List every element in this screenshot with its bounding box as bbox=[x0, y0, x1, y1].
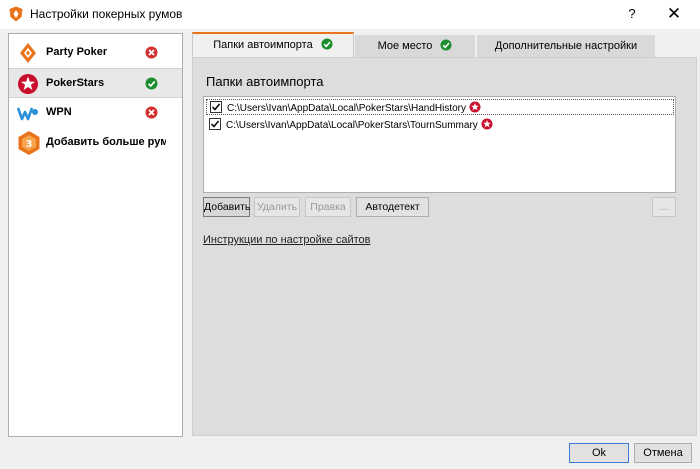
folder-path-text: C:\Users\Ivan\AppData\Local\PokerStars\T… bbox=[226, 120, 478, 131]
ok-status-icon bbox=[321, 38, 333, 50]
ok-status-icon bbox=[145, 77, 158, 90]
edit-button[interactable]: Правка bbox=[305, 197, 351, 217]
tab-additional-settings[interactable]: Дополнительные настройки bbox=[477, 35, 655, 58]
window-title: Настройки покерных румов bbox=[30, 7, 183, 21]
tab-autoimport-folders[interactable]: Папки автоимпорта bbox=[192, 32, 354, 59]
folder-row[interactable]: C:\Users\Ivan\AppData\Local\PokerStars\T… bbox=[206, 117, 674, 133]
sidebar-item-label: Party Poker bbox=[46, 46, 108, 58]
sidebar-item-label: PokerStars bbox=[46, 77, 105, 89]
autodetect-button[interactable]: Автодетект bbox=[356, 197, 429, 217]
tab-label: Папки автоимпорта bbox=[213, 39, 313, 51]
help-button[interactable]: ? bbox=[618, 0, 646, 29]
autoimport-panel: Папки автоимпорта C:\Users\Ivan\AppData\… bbox=[192, 57, 697, 436]
folder-row[interactable]: C:\Users\Ivan\AppData\Local\PokerStars\H… bbox=[206, 99, 674, 115]
sidebar-item-wpn[interactable]: WPN bbox=[9, 98, 182, 128]
checkmark-icon bbox=[210, 120, 220, 128]
ok-status-icon bbox=[440, 39, 452, 51]
title-bar: Настройки покерных румов ? ✕ bbox=[0, 0, 700, 29]
checkmark-icon bbox=[211, 103, 221, 111]
sidebar-item-add-rooms[interactable]: 3 Добавить больше румов bbox=[9, 128, 182, 158]
tab-label: Мое место bbox=[377, 40, 433, 52]
folder-path: C:\Users\Ivan\AppData\Local\PokerStars\H… bbox=[227, 101, 481, 114]
folder-list[interactable]: C:\Users\Ivan\AppData\Local\PokerStars\H… bbox=[203, 96, 676, 193]
sidebar-item-pokerstars[interactable]: PokerStars bbox=[9, 68, 182, 98]
room-list: Party Poker PokerStars WPN 3 Добавить бо… bbox=[8, 33, 183, 437]
more-button[interactable]: ... bbox=[652, 197, 676, 217]
sidebar-item-label: WPN bbox=[46, 106, 72, 118]
close-button[interactable]: ✕ bbox=[651, 0, 697, 29]
add-rooms-icon: 3 bbox=[18, 131, 40, 155]
svg-text:3: 3 bbox=[26, 139, 33, 150]
folder-path: C:\Users\Ivan\AppData\Local\PokerStars\T… bbox=[226, 118, 493, 131]
pokerstars-icon bbox=[18, 74, 38, 94]
panel-title: Папки автоимпорта bbox=[206, 74, 324, 89]
wpn-icon bbox=[17, 107, 38, 121]
folder-checkbox[interactable] bbox=[209, 118, 221, 130]
sidebar-item-label: Добавить больше румов bbox=[46, 136, 166, 148]
site-setup-instructions-link[interactable]: Инструкции по настройке сайтов bbox=[203, 234, 370, 246]
error-status-icon bbox=[145, 46, 158, 59]
ok-button[interactable]: Ok bbox=[569, 443, 629, 463]
add-button[interactable]: Добавить bbox=[203, 197, 250, 217]
folder-checkbox[interactable] bbox=[210, 101, 222, 113]
tab-label: Дополнительные настройки bbox=[494, 40, 638, 52]
delete-button[interactable]: Удалить bbox=[254, 197, 300, 217]
pokerstars-icon bbox=[469, 101, 481, 113]
sidebar-item-party-poker[interactable]: Party Poker bbox=[9, 38, 182, 68]
tab-my-seat[interactable]: Мое место bbox=[355, 35, 475, 58]
pokerstars-icon bbox=[481, 118, 493, 130]
party-poker-icon bbox=[20, 43, 36, 63]
app-logo-icon bbox=[9, 6, 23, 22]
window-body: Party Poker PokerStars WPN 3 Добавить бо… bbox=[0, 29, 700, 469]
folder-path-text: C:\Users\Ivan\AppData\Local\PokerStars\H… bbox=[227, 103, 466, 114]
tab-bar: Папки автоимпорта Мое место Дополнительн… bbox=[192, 32, 697, 59]
cancel-button[interactable]: Отмена bbox=[634, 443, 692, 463]
error-status-icon bbox=[145, 106, 158, 119]
